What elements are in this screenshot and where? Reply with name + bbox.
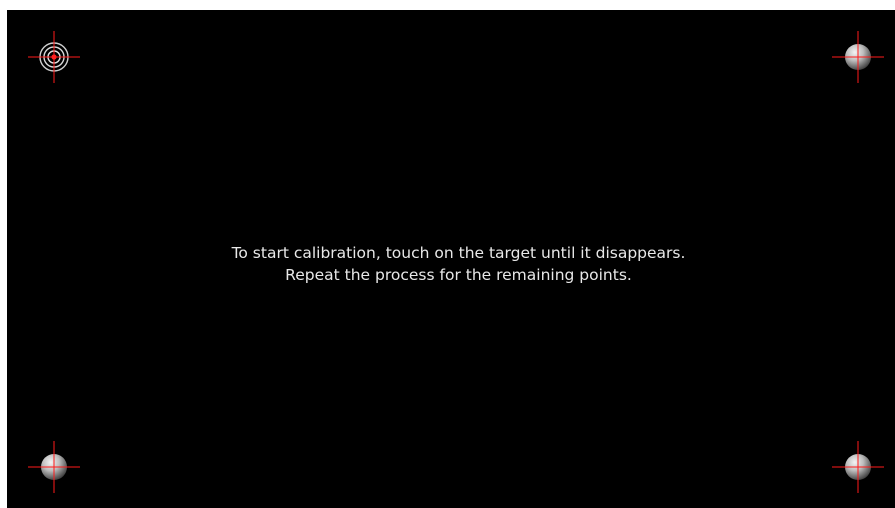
gray-sphere-target-icon xyxy=(28,441,80,493)
calibration-instructions: To start calibration, touch on the targe… xyxy=(7,242,895,286)
calibration-target-bottom-right[interactable] xyxy=(832,441,884,493)
active-target-icon xyxy=(28,31,80,83)
calibration-screen: To start calibration, touch on the targe… xyxy=(7,10,895,508)
instruction-line-1: To start calibration, touch on the targe… xyxy=(231,244,686,262)
gray-sphere-target-icon xyxy=(832,441,884,493)
instruction-line-2: Repeat the process for the remaining poi… xyxy=(285,266,632,284)
gray-sphere-target-icon xyxy=(832,31,884,83)
calibration-target-top-right[interactable] xyxy=(832,31,884,83)
calibration-target-bottom-left[interactable] xyxy=(28,441,80,493)
calibration-target-top-left[interactable] xyxy=(28,31,80,83)
